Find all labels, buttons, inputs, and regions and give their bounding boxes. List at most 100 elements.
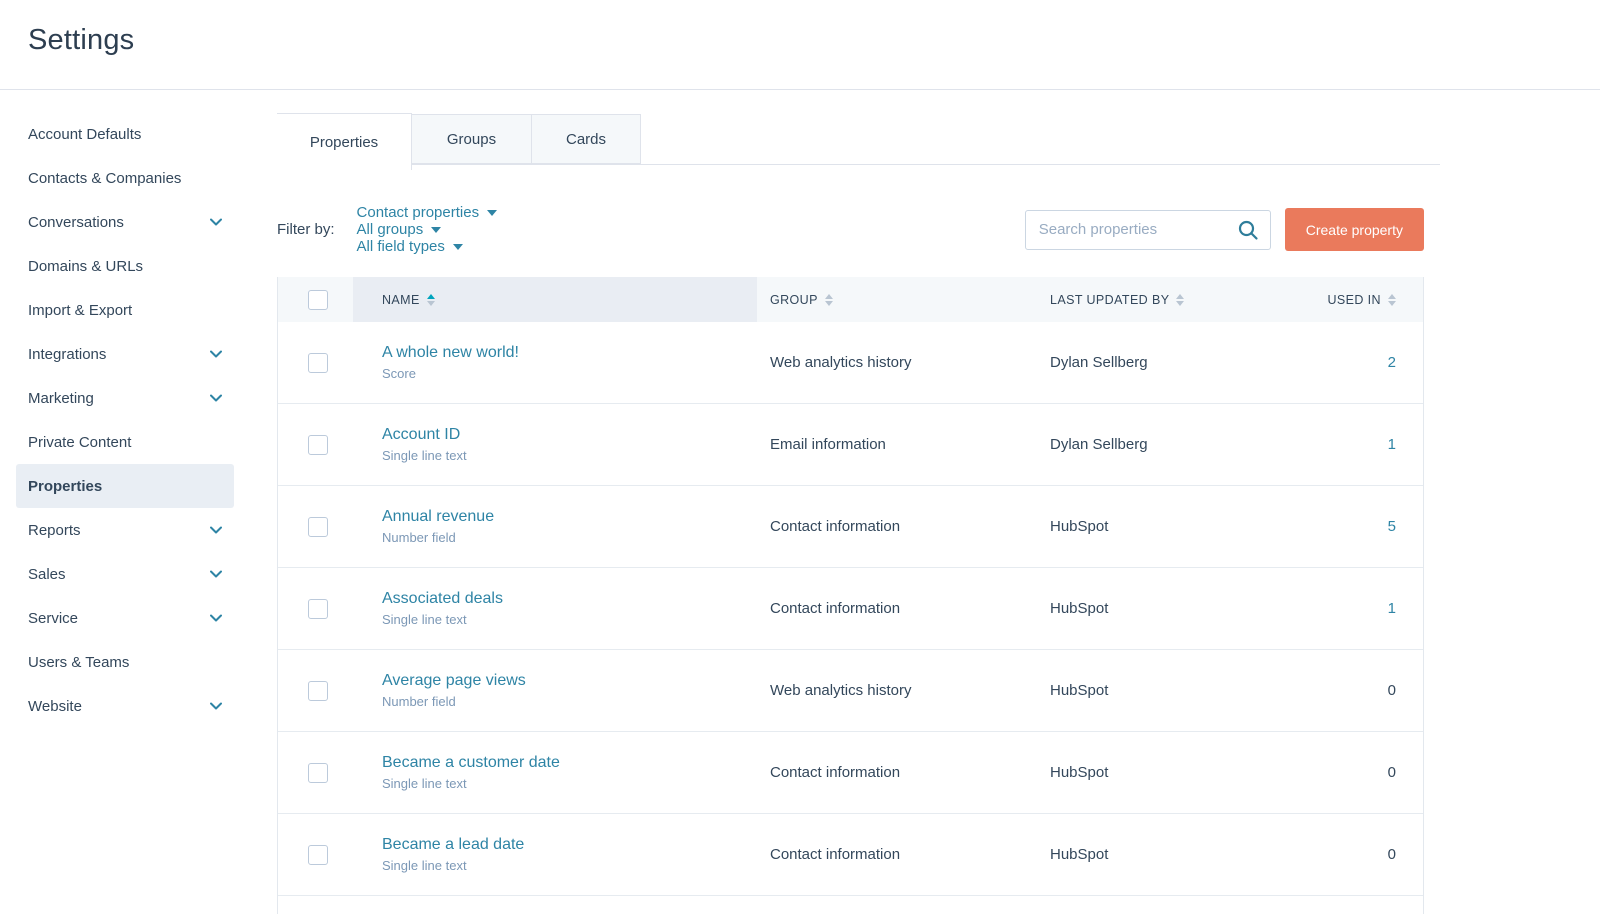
property-name-link[interactable]: Average page views [382,672,757,690]
main-content: Properties Groups Cards Filter by: [260,90,1600,914]
sidebar-item[interactable]: Domains & URLs [16,244,234,288]
used-in-value[interactable]: 2 [1388,354,1396,371]
table-row: Associated deals Single line text Contac… [278,568,1423,650]
sidebar-item[interactable]: Contacts & Companies [16,156,234,200]
filter-dropdown[interactable]: Contact properties [357,204,498,221]
last-updated-by-cell: Dylan Sellberg [1037,354,1311,371]
sidebar-item-label: Contacts & Companies [28,170,181,187]
property-name-cell: A whole new world! Score [353,344,757,381]
row-checkbox[interactable] [308,353,328,373]
sidebar-item[interactable]: Marketing [16,376,234,420]
property-name-link[interactable]: Became a lead date [382,836,757,854]
row-checkbox[interactable] [308,845,328,865]
property-name-cell: Average page views Number field [353,672,757,709]
used-in-cell: 0 [1311,764,1423,781]
row-checkbox[interactable] [308,435,328,455]
property-type-label: Single line text [382,448,757,463]
row-checkbox[interactable] [308,599,328,619]
property-type-label: Number field [382,694,757,709]
select-all-checkbox[interactable] [308,290,328,310]
row-checkbox-cell [278,845,353,865]
sidebar-item[interactable]: Import & Export [16,288,234,332]
row-checkbox-cell [278,435,353,455]
column-header-name[interactable]: NAME [353,277,757,322]
property-group-cell: Web analytics history [757,354,1037,371]
sidebar-item[interactable]: Sales [16,552,234,596]
filter-dropdown[interactable]: All field types [357,238,498,255]
table-row: Became a lead date Single line text Cont… [278,814,1423,896]
sidebar-item-label: Sales [28,566,66,583]
sort-arrows-group[interactable] [825,294,833,306]
tab[interactable]: Properties [277,113,412,170]
sidebar-item[interactable]: Private Content [16,420,234,464]
chevron-down-icon [210,394,222,402]
column-header-used-in[interactable]: USED IN [1311,277,1423,322]
used-in-value[interactable]: 0 [1388,846,1396,863]
property-name-link[interactable]: Account ID [382,426,757,444]
last-updated-by-cell: Dylan Sellberg [1037,436,1311,453]
property-name-link[interactable]: Annual revenue [382,508,757,526]
sidebar-item[interactable]: Website [16,684,234,728]
search-input[interactable] [1025,210,1271,250]
sidebar-item-label: Properties [28,478,102,495]
sort-desc-icon [427,301,435,306]
row-checkbox[interactable] [308,681,328,701]
column-header-last-updated-by[interactable]: LAST UPDATED BY [1037,277,1311,322]
column-header-group[interactable]: GROUP [757,277,1037,322]
sort-asc-icon [825,294,833,299]
sidebar-item[interactable]: Properties [16,464,234,508]
row-checkbox[interactable] [308,763,328,783]
property-name-link[interactable]: Became a customer date [382,754,757,772]
sidebar-item[interactable]: Service [16,596,234,640]
sort-arrows-last-updated-by[interactable] [1176,294,1184,306]
used-in-cell: 0 [1311,846,1423,863]
filter-dropdowns: Contact properties All groups All field … [357,204,540,255]
sort-arrows-name[interactable] [427,294,435,306]
table-row: Account ID Single line text Email inform… [278,404,1423,486]
sidebar-item[interactable]: Users & Teams [16,640,234,684]
used-in-value[interactable]: 1 [1388,600,1396,617]
property-name-cell: Became a customer date Single line text [353,754,757,791]
create-property-button[interactable]: Create property [1285,208,1424,251]
dropdown-caret-icon [431,227,441,233]
table-header-row: NAME GROUP LAST UPDATED BY [278,277,1423,322]
sort-desc-icon [1176,301,1184,306]
sidebar-item[interactable]: Conversations [16,200,234,244]
property-group-cell: Contact information [757,600,1037,617]
last-updated-by-cell: HubSpot [1037,600,1311,617]
tab[interactable]: Cards [532,114,641,164]
property-type-label: Number field [382,530,757,545]
sidebar-item[interactable]: Account Defaults [16,112,234,156]
used-in-value[interactable]: 5 [1388,518,1396,535]
used-in-value[interactable]: 0 [1388,764,1396,781]
table-body: A whole new world! Score Web analytics h… [278,322,1423,896]
clipped-next-row [278,896,1423,914]
tab[interactable]: Groups [412,114,532,164]
used-in-value[interactable]: 0 [1388,682,1396,699]
sort-asc-icon [427,294,435,299]
search-icon[interactable] [1237,219,1259,241]
sidebar-item[interactable]: Integrations [16,332,234,376]
sort-arrows-used-in[interactable] [1388,294,1396,306]
actions-group: Create property [1025,208,1424,251]
sidebar-item-label: Marketing [28,390,94,407]
row-checkbox[interactable] [308,517,328,537]
row-checkbox-cell [278,517,353,537]
property-name-link[interactable]: Associated deals [382,590,757,608]
sidebar-item-label: Reports [28,522,81,539]
sort-desc-icon [1388,301,1396,306]
used-in-value[interactable]: 1 [1388,436,1396,453]
row-checkbox-cell [278,353,353,373]
filter-dropdown-label: Contact properties [357,204,480,221]
tab-bar: Properties Groups Cards [277,113,1440,165]
sidebar-item-label: Account Defaults [28,126,141,143]
sidebar-item[interactable]: Reports [16,508,234,552]
property-type-label: Score [382,366,757,381]
property-name-link[interactable]: A whole new world! [382,344,757,362]
last-updated-by-cell: HubSpot [1037,518,1311,535]
page-header: Settings [0,0,1600,90]
filter-dropdown[interactable]: All groups [357,221,498,238]
filter-group: Filter by: Contact properties All groups [277,204,539,255]
sidebar-item-label: Integrations [28,346,106,363]
chevron-down-icon [210,350,222,358]
